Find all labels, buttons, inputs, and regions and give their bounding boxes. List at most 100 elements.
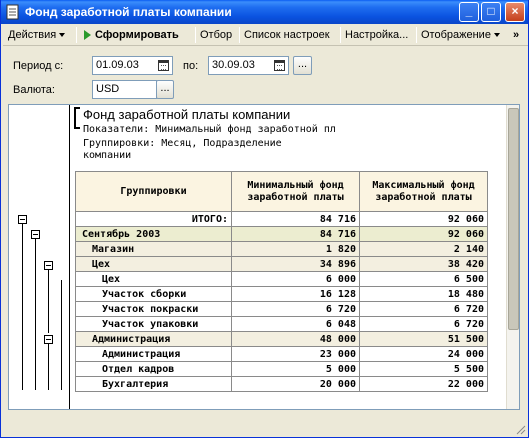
title-bracket (74, 107, 80, 129)
row-min-value: 6 720 (231, 301, 360, 317)
row-min-value: 1 820 (231, 241, 360, 257)
table-row[interactable]: Магазин 1 820 2 140 (75, 241, 488, 257)
window-title: Фонд заработной платы компании (25, 5, 232, 19)
play-icon (84, 30, 91, 41)
report-indicators: Показатели: Минимальный фонд заработной … (83, 124, 336, 135)
row-max-value: 24 000 (359, 346, 488, 362)
row-group-name: Цех (75, 271, 232, 287)
currency-select-button[interactable]: ... (156, 80, 174, 99)
scroll-thumb[interactable] (508, 108, 519, 330)
row-max-value: 6 720 (359, 301, 488, 317)
row-max-value: 92 060 (359, 211, 488, 227)
generate-label: Сформировать (95, 29, 179, 41)
table-row[interactable]: Цех 6 000 6 500 (75, 271, 488, 287)
table-row[interactable]: Участок упаковки 6 048 6 720 (75, 316, 488, 332)
collapse-toggle-icon[interactable] (31, 230, 40, 239)
row-min-value: 5 000 (231, 361, 360, 377)
row-max-value: 51 500 (359, 331, 488, 347)
report-panel: Фонд заработной платы компании Показател… (8, 104, 520, 410)
toolbar-overflow-button[interactable]: » (513, 27, 519, 43)
actions-menu[interactable]: Действия (8, 27, 66, 43)
vertical-scrollbar[interactable] (506, 105, 519, 409)
resize-grip-icon[interactable] (515, 424, 526, 435)
table-row[interactable]: Сентябрь 2003 84 716 92 060 (75, 226, 488, 242)
row-min-value: 20 000 (231, 376, 360, 392)
period-from-value: 01.09.03 (96, 59, 139, 71)
toolbar-separator (239, 27, 240, 43)
row-group-name: Отдел кадров (75, 361, 232, 377)
period-from-field[interactable]: 01.09.03 (92, 56, 173, 75)
toolbar-separator (195, 27, 196, 43)
row-group-name: Бухгалтерия (75, 376, 232, 392)
row-min-value: 84 716 (231, 211, 360, 227)
calendar-icon[interactable] (274, 60, 285, 71)
row-group-name: ИТОГО: (75, 211, 232, 227)
row-min-value: 23 000 (231, 346, 360, 362)
display-menu[interactable]: Отображение (421, 27, 500, 43)
table-row[interactable]: Отдел кадров 5 000 5 500 (75, 361, 488, 377)
row-max-value: 22 000 (359, 376, 488, 392)
group-line (48, 340, 49, 390)
row-max-value: 18 480 (359, 286, 488, 302)
currency-field[interactable]: USD (92, 80, 157, 99)
group-line (61, 280, 62, 390)
group-line (22, 220, 23, 390)
settings-list-button[interactable]: Список настроек (244, 27, 330, 43)
period-from-label: Период с: (13, 60, 64, 72)
table-row[interactable]: Участок покраски 6 720 6 720 (75, 301, 488, 317)
report-window: Фонд заработной платы компании _ □ × Дей… (0, 0, 529, 438)
row-max-value: 6 720 (359, 316, 488, 332)
row-max-value: 5 500 (359, 361, 488, 377)
document-icon (6, 4, 19, 20)
collapse-toggle-icon[interactable] (44, 335, 53, 344)
currency-label: Валюта: (13, 84, 55, 96)
column-header-min: Минимальный фонд заработной платы (231, 171, 360, 212)
table-row[interactable]: Администрация 48 000 51 500 (75, 331, 488, 347)
filter-button[interactable]: Отбор (200, 27, 232, 43)
close-button[interactable]: × (505, 2, 525, 22)
column-header-max: Максимальный фонд заработной платы (359, 171, 488, 212)
period-to-label: по: (183, 60, 199, 72)
calendar-icon[interactable] (158, 60, 169, 71)
row-max-value: 6 500 (359, 271, 488, 287)
group-line (48, 265, 49, 333)
status-bar (1, 415, 528, 437)
period-select-button[interactable]: ... (293, 56, 312, 75)
toolbar-separator (340, 27, 341, 43)
period-to-field[interactable]: 30.09.03 (208, 56, 289, 75)
maximize-button[interactable]: □ (481, 2, 501, 22)
row-min-value: 16 128 (231, 286, 360, 302)
row-min-value: 6 000 (231, 271, 360, 287)
toolbar-separator (76, 27, 77, 43)
display-label: Отображение (421, 29, 491, 41)
collapse-toggle-icon[interactable] (18, 215, 27, 224)
table-row[interactable]: Бухгалтерия 20 000 22 000 (75, 376, 488, 392)
chevron-down-icon (493, 33, 500, 38)
row-min-value: 6 048 (231, 316, 360, 332)
grouping-gutter (9, 105, 70, 409)
row-group-name: Участок упаковки (75, 316, 232, 332)
chevron-down-icon (59, 33, 66, 38)
report-title: Фонд заработной платы компании (83, 107, 291, 122)
toolbar: Действия Сформировать Отбор Список настр… (3, 24, 528, 46)
table-row[interactable]: Участок сборки 16 128 18 480 (75, 286, 488, 302)
table-row[interactable]: Администрация 23 000 24 000 (75, 346, 488, 362)
collapse-toggle-icon[interactable] (44, 261, 53, 270)
row-group-name: Участок сборки (75, 286, 232, 302)
report-table: Группировки Минимальный фонд заработной … (75, 171, 488, 392)
row-group-name: Администрация (75, 331, 232, 347)
report-groupings-cont: компании (83, 150, 132, 161)
row-min-value: 34 896 (231, 256, 360, 272)
row-group-name: Участок покраски (75, 301, 232, 317)
toolbar-separator (416, 27, 417, 43)
setup-button[interactable]: Настройка... (345, 27, 408, 43)
title-bar[interactable]: Фонд заработной платы компании _ □ × (1, 0, 528, 24)
actions-label: Действия (8, 29, 57, 41)
minimize-button[interactable]: _ (459, 2, 479, 22)
row-group-name: Цех (75, 256, 232, 272)
row-min-value: 48 000 (231, 331, 360, 347)
table-row[interactable]: ИТОГО: 84 716 92 060 (75, 211, 488, 227)
group-line (35, 235, 36, 390)
table-row[interactable]: Цех 34 896 38 420 (75, 256, 488, 272)
generate-button[interactable]: Сформировать (84, 27, 179, 43)
